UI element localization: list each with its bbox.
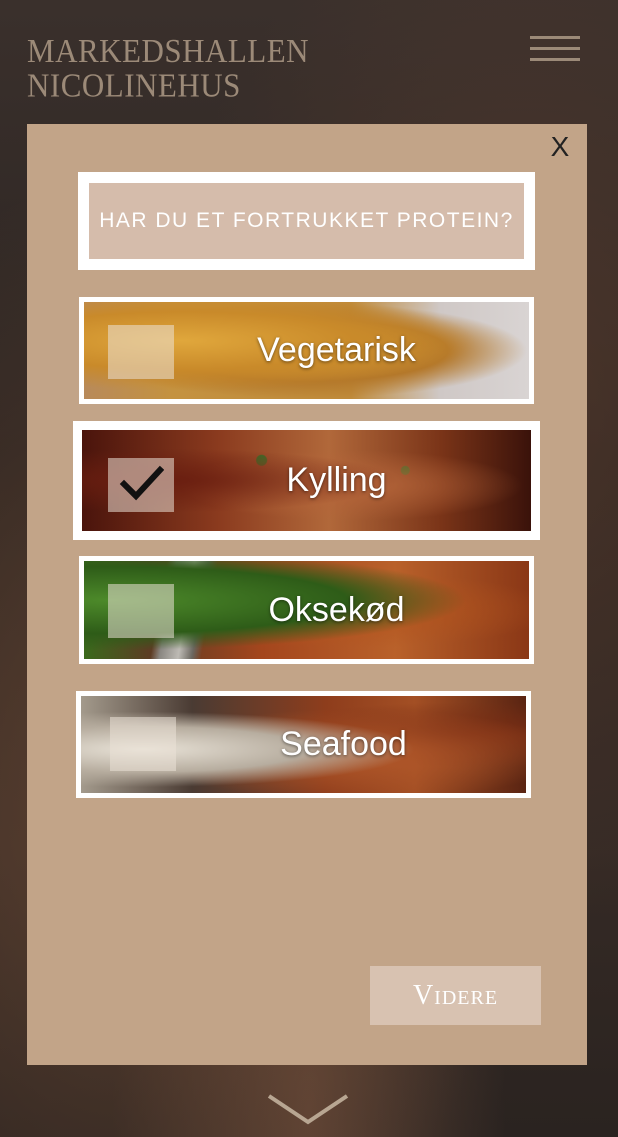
- menu-bar: [530, 36, 580, 39]
- option-label: Kylling: [286, 461, 387, 499]
- option-oksekod[interactable]: Oksekød: [79, 556, 534, 664]
- option-label: Vegetarisk: [257, 331, 416, 369]
- option-seafood[interactable]: Seafood: [76, 691, 531, 798]
- brand-line-2: NICOLINEHUS: [27, 66, 241, 105]
- option-vegetarisk[interactable]: Vegetarisk: [79, 297, 534, 404]
- option-label: Seafood: [280, 725, 407, 763]
- menu-bar: [530, 47, 580, 50]
- question-text: HAR DU ET FORTRUKKET PROTEIN?: [89, 183, 524, 259]
- hamburger-menu-icon[interactable]: [530, 36, 580, 62]
- brand-line-1: MARKEDSHALLEN: [27, 31, 310, 70]
- option-kylling[interactable]: Kylling: [73, 421, 540, 540]
- brand-logo[interactable]: MARKEDSHALLEN NICOLINEHUS: [27, 31, 310, 105]
- close-button[interactable]: X: [544, 133, 576, 165]
- next-button[interactable]: Videre: [370, 966, 541, 1025]
- question-box: HAR DU ET FORTRUKKET PROTEIN?: [78, 172, 535, 270]
- chevron-down-icon[interactable]: [265, 1090, 351, 1130]
- option-label: Oksekød: [268, 590, 405, 629]
- menu-bar: [530, 58, 580, 61]
